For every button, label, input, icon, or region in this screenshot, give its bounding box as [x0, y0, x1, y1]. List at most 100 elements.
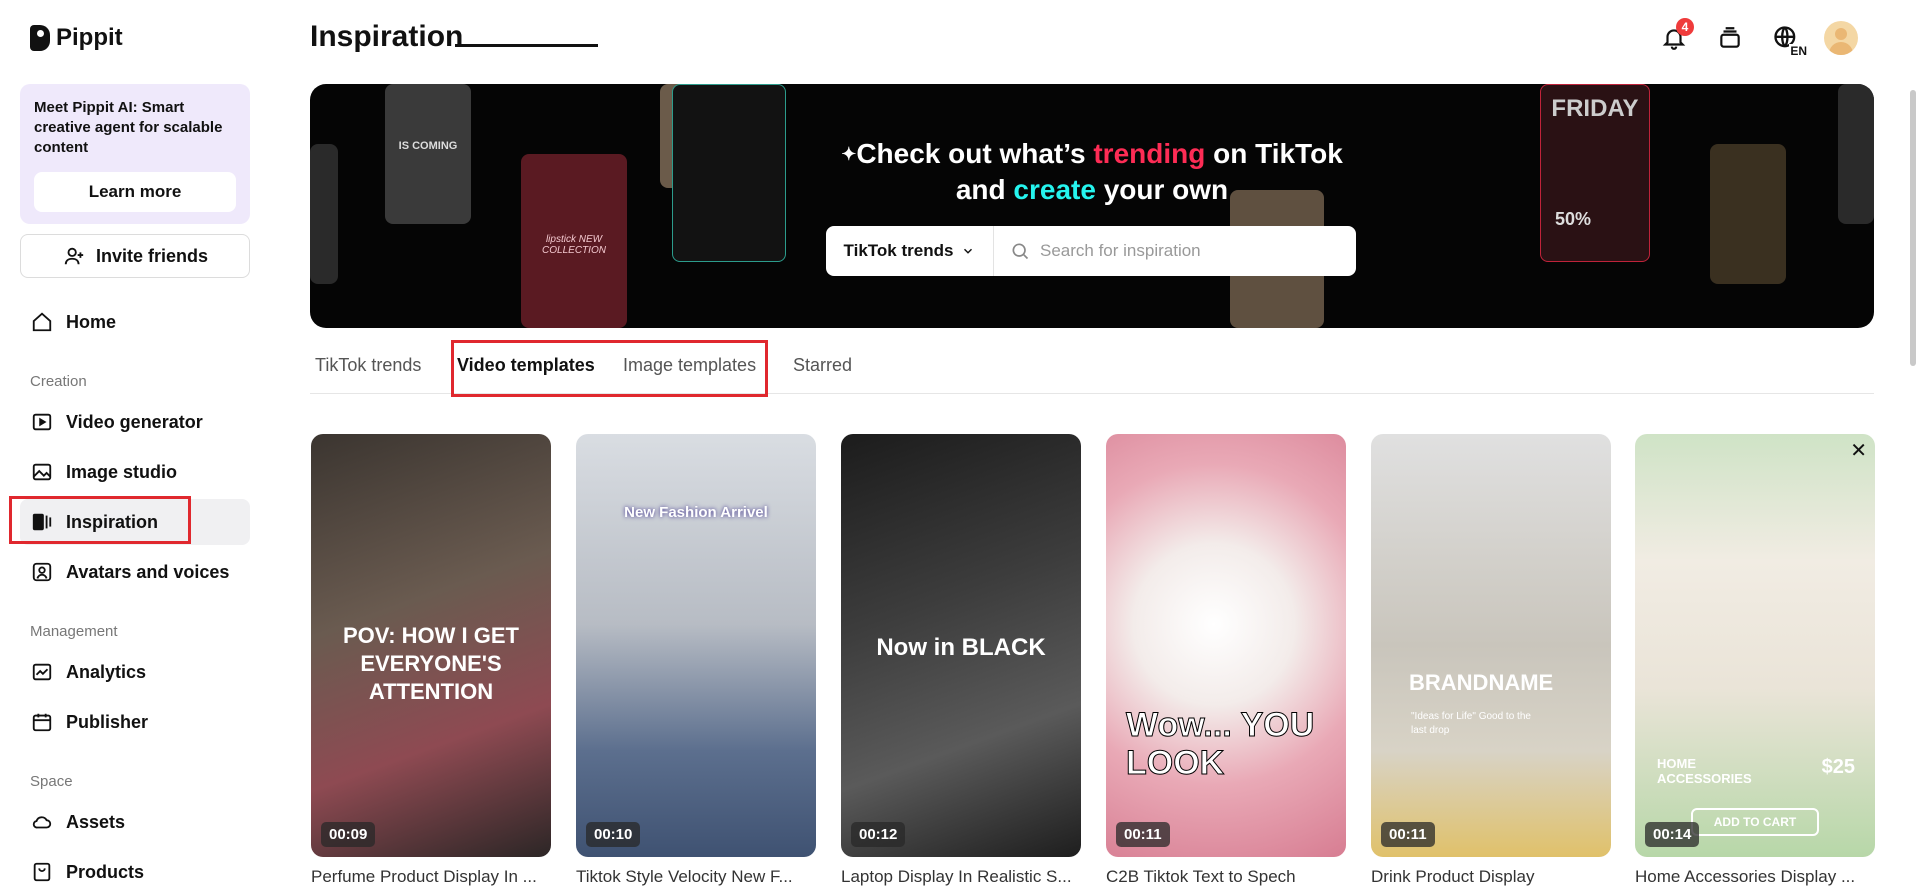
chevron-down-icon: [964, 248, 973, 254]
nav-image-studio[interactable]: Image studio: [20, 449, 250, 495]
template-price: $25: [1821, 756, 1855, 778]
banner-headline-line1: ✦Check out what’s trending on TikTok: [310, 136, 1874, 172]
template-overlay-text: POV: HOW I GET EVERYONE'S ATTENTION: [342, 623, 519, 704]
promo-card: Meet Pippit AI: Smart creative agent for…: [20, 84, 250, 224]
duration-badge: 00:11: [1116, 822, 1170, 847]
notifications-button[interactable]: 4: [1656, 18, 1694, 56]
calendar-icon: [30, 710, 54, 734]
banner-decoration-text: 50%: [1555, 209, 1592, 229]
section-creation: Creation: [30, 373, 87, 390]
analytics-icon: [30, 660, 54, 684]
template-thumbnail[interactable]: ✕ HOME ACCESSORIES $25 ADD TO CART 00:14: [1635, 434, 1875, 857]
section-management: Management: [30, 623, 118, 640]
user-avatar[interactable]: [1824, 21, 1858, 55]
template-overlay-text: New Fashion Arrivel: [624, 504, 768, 521]
template-overlay-text: BRANDNAME: [1409, 670, 1554, 695]
home-icon: [30, 310, 54, 334]
nav-publisher[interactable]: Publisher: [20, 699, 250, 745]
learn-more-button[interactable]: Learn more: [34, 172, 236, 212]
template-card[interactable]: ✕ HOME ACCESSORIES $25 ADD TO CART 00:14…: [1635, 434, 1875, 887]
pippit-logo-icon: [30, 25, 50, 51]
nav-products[interactable]: Products: [20, 849, 250, 893]
nav-home-label: Home: [66, 311, 117, 332]
header-actions: 4 EN: [1656, 18, 1858, 58]
section-space: Space: [30, 773, 73, 790]
brand-logo[interactable]: Pippit: [30, 24, 123, 52]
template-card[interactable]: POV: HOW I GET EVERYONE'S ATTENTION 00:0…: [311, 434, 551, 887]
language-button[interactable]: EN: [1768, 20, 1808, 58]
search-input[interactable]: [1040, 241, 1340, 261]
search-category-select[interactable]: TikTok trends: [826, 226, 994, 276]
notification-badge: 4: [1676, 18, 1694, 36]
banner-trending: trending: [1093, 138, 1206, 169]
banner-text: and: [955, 174, 1014, 205]
tab-tiktok-trends[interactable]: TikTok trends: [315, 355, 421, 376]
template-card[interactable]: New Fashion Arrivel 00:10 Tiktok Style V…: [576, 434, 816, 887]
sparkle-icon: ✦: [841, 144, 857, 164]
highlight-box-tabs: [451, 340, 768, 397]
search-category-label: TikTok trends: [843, 241, 954, 260]
template-title: Perfume Product Display In ...: [311, 867, 537, 886]
nav-avatars-voices[interactable]: Avatars and voices: [20, 549, 250, 595]
inspiration-search-bar: TikTok trends: [826, 226, 1356, 276]
banner-create: create: [1013, 174, 1096, 205]
template-card[interactable]: Wow... YOU LOOK 00:11 C2B Tiktok Text to…: [1106, 434, 1346, 887]
nav-video-generator-label: Video generator: [66, 411, 203, 432]
add-to-cart-button: ADD TO CART: [1691, 808, 1819, 836]
banner-text: on TikTok: [1205, 138, 1343, 169]
template-title: Drink Product Display: [1371, 867, 1535, 886]
nav-analytics[interactable]: Analytics: [20, 649, 250, 695]
nav-avatars-voices-label: Avatars and voices: [66, 561, 230, 582]
cloud-icon: [30, 810, 54, 834]
template-thumbnail[interactable]: POV: HOW I GET EVERYONE'S ATTENTION 00:0…: [311, 434, 551, 857]
layers-icon: [1720, 27, 1740, 48]
sidebar: Pippit Meet Pippit AI: Smart creative ag…: [0, 0, 265, 893]
video-generator-icon: [30, 410, 54, 434]
nav-assets-label: Assets: [66, 811, 126, 832]
template-thumbnail[interactable]: Now in BLACK 00:12: [841, 434, 1081, 857]
nav-analytics-label: Analytics: [66, 661, 147, 682]
banner-text: your own: [1095, 174, 1229, 205]
template-thumbnail[interactable]: BRANDNAME "Ideas for Life" Good to the l…: [1371, 434, 1611, 857]
nav-video-generator[interactable]: Video generator: [20, 399, 250, 445]
active-tab-indicator: [455, 44, 598, 47]
template-title: Home Accessories Display ...: [1635, 867, 1856, 886]
nav-assets[interactable]: Assets: [20, 799, 250, 845]
template-thumbnail[interactable]: New Fashion Arrivel 00:10: [576, 434, 816, 857]
nav-publisher-label: Publisher: [66, 711, 149, 732]
products-icon: [30, 860, 54, 884]
duration-badge: 00:14: [1645, 822, 1700, 847]
banner-text: Check out what’s: [856, 138, 1094, 169]
image-studio-icon: [30, 460, 54, 484]
language-code: EN: [1789, 44, 1808, 58]
nav-products-label: Products: [66, 861, 145, 882]
template-title: Laptop Display In Realistic S...: [841, 867, 1072, 886]
banner-decoration-text: lipstick NEW COLLECTION: [542, 234, 606, 256]
tab-starred[interactable]: Starred: [793, 355, 852, 376]
template-thumbnail[interactable]: Wow... YOU LOOK 00:11: [1106, 434, 1346, 857]
banner-headline: ✦Check out what’s trending on TikTok and…: [310, 136, 1874, 208]
duration-badge: 00:11: [1381, 822, 1435, 847]
page-title: Inspiration: [310, 20, 464, 53]
template-overlay-text: Wow... YOU LOOK: [1126, 706, 1315, 783]
template-card[interactable]: BRANDNAME "Ideas for Life" Good to the l…: [1371, 434, 1611, 887]
duration-badge: 00:12: [851, 822, 906, 847]
search-field: [994, 241, 1356, 261]
search-icon: [1012, 243, 1029, 260]
hero-banner: IS COMING lipstick NEW COLLECTION FRIDAY…: [310, 84, 1874, 328]
close-icon[interactable]: ✕: [1850, 438, 1867, 463]
template-overlay-text: Now in BLACK: [876, 634, 1046, 661]
subscription-button[interactable]: [1712, 20, 1748, 56]
banner-decoration-text: FRIDAY: [1551, 95, 1639, 122]
nav-image-studio-label: Image studio: [66, 461, 178, 482]
highlight-box-inspiration: [9, 496, 191, 544]
duration-badge: 00:09: [321, 822, 376, 847]
template-overlay-subtext: "Ideas for Life" Good to the last drop: [1411, 711, 1531, 736]
avatar-icon: [30, 560, 54, 584]
nav-home[interactable]: Home: [20, 299, 250, 345]
template-card[interactable]: Now in BLACK 00:12 Laptop Display In Rea…: [841, 434, 1081, 887]
banner-headline-line2: and create your own: [310, 172, 1874, 208]
template-overlay-text: HOME ACCESSORIES: [1657, 756, 1752, 786]
invite-friends-button[interactable]: Invite friends: [20, 234, 250, 278]
page-scrollbar[interactable]: [1910, 90, 1916, 366]
